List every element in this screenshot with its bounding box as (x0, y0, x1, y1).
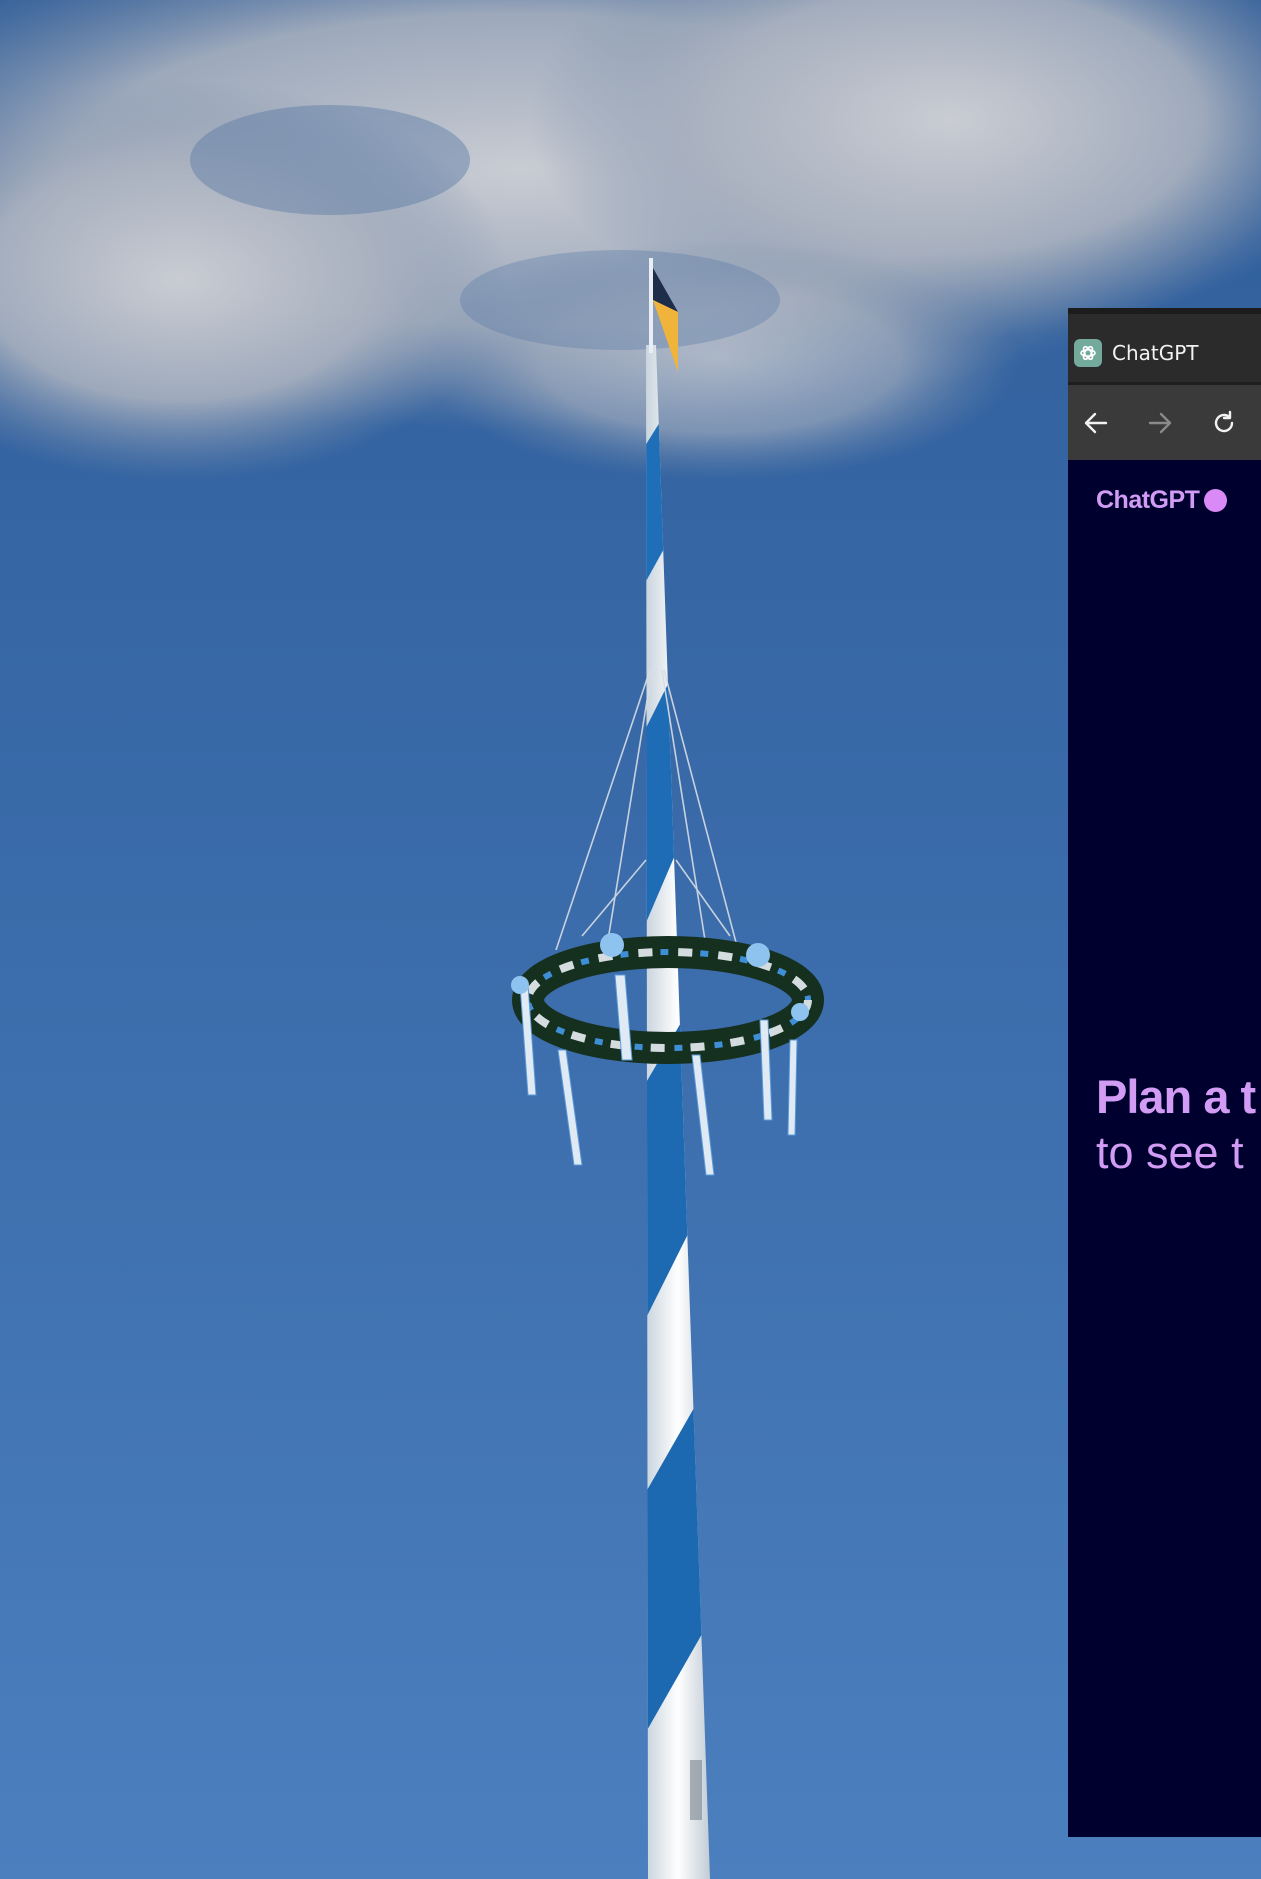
page-content: ChatGPT Plan a t to see t (1068, 460, 1261, 1837)
reload-icon (1214, 410, 1234, 433)
brand-logo[interactable]: ChatGPT (1096, 486, 1228, 515)
hero-headline: Plan a t to see t (1096, 1068, 1256, 1180)
openai-logo-icon (1074, 339, 1102, 367)
arrow-left-icon (1084, 412, 1108, 434)
openai-logo-icon-glyph (1080, 345, 1096, 361)
reload-button[interactable] (1206, 405, 1242, 441)
brand-dot-icon (1204, 489, 1228, 512)
brand-name: ChatGPT (1096, 486, 1200, 514)
forward-button[interactable] (1142, 405, 1178, 441)
back-button[interactable] (1078, 405, 1114, 441)
headline-line-2: to see t (1096, 1127, 1244, 1178)
tab-title[interactable]: ChatGPT (1112, 338, 1199, 368)
screen: ChatGPT ChatGPT Plan a t to see t (0, 0, 1261, 1879)
arrow-right-icon (1148, 412, 1172, 434)
headline-line-1: Plan a t (1096, 1070, 1256, 1123)
browser-window: ChatGPT ChatGPT Plan a t to see t (1068, 308, 1261, 1837)
browser-titlebar: ChatGPT (1068, 308, 1261, 382)
browser-toolbar (1068, 382, 1261, 460)
